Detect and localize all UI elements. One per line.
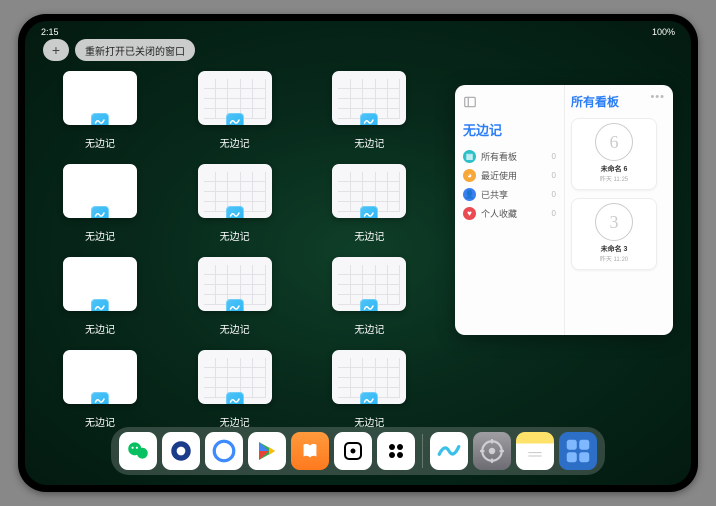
window-thumbnail[interactable]: 无边记 (198, 257, 272, 336)
freeform-app-icon (226, 299, 244, 311)
dock-app-settings[interactable] (473, 432, 511, 470)
freeform-app-icon (226, 206, 244, 218)
window-thumbnail[interactable]: 无边记 (332, 164, 406, 243)
window-label: 无边记 (332, 135, 406, 150)
board-card[interactable]: 6 未命名 6昨天 11:25 (571, 118, 657, 190)
freeform-app-icon (360, 113, 378, 125)
status-time: 2:15 (41, 27, 59, 37)
board-thumbnail-icon: 6 (595, 123, 633, 161)
dock-app-wechat[interactable] (119, 432, 157, 470)
dock-app-quark[interactable] (205, 432, 243, 470)
window-grid: 无边记无边记无边记无边记无边记无边记无边记无边记无边记无边记无边记无边记 (63, 71, 451, 415)
dock-app-notes[interactable] (516, 432, 554, 470)
freeform-app-icon (360, 299, 378, 311)
dock-app-folder[interactable] (559, 432, 597, 470)
sidebar-item-count: 0 (552, 190, 556, 199)
window-thumbnail[interactable]: 无边记 (332, 350, 406, 429)
dock-app-game[interactable] (377, 432, 415, 470)
freeform-app-icon (91, 392, 109, 404)
add-window-button[interactable]: + (43, 39, 69, 61)
window-thumbnail[interactable]: 无边记 (63, 71, 137, 150)
top-pill-row: + 重新打开已关闭的窗口 (43, 39, 195, 61)
freeform-app-icon (360, 206, 378, 218)
window-thumbnail[interactable]: 无边记 (332, 257, 406, 336)
freeform-app-icon (91, 206, 109, 218)
window-label: 无边记 (198, 135, 272, 150)
board-label: 未命名 3 (601, 244, 628, 254)
freeform-app-icon (226, 113, 244, 125)
status-battery: 100% (652, 27, 675, 37)
freeform-app-icon (91, 299, 109, 311)
status-bar: 2:15 100% (25, 25, 691, 39)
sidebar-item-icon: ◕ (463, 169, 476, 182)
window-label: 无边记 (332, 321, 406, 336)
dock (111, 427, 605, 475)
panel-more-icon[interactable]: ••• (650, 91, 665, 103)
window-thumbnail[interactable]: 无边记 (332, 71, 406, 150)
dock-app-dice[interactable] (334, 432, 372, 470)
sidebar-item[interactable]: 👤 已共享 0 (463, 185, 556, 204)
sidebar-item-count: 0 (552, 171, 556, 180)
reopen-closed-window-pill[interactable]: 重新打开已关闭的窗口 (75, 39, 195, 61)
freeform-app-icon (360, 392, 378, 404)
sidebar-toggle-icon[interactable] (463, 95, 477, 109)
screen: 2:15 100% + 重新打开已关闭的窗口 无边记无边记无边记无边记无边记无边… (25, 21, 691, 485)
sidebar-item-icon: 👤 (463, 188, 476, 201)
sidebar-item-count: 0 (552, 209, 556, 218)
panel-content: 所有看板 6未命名 6昨天 11:253未命名 3昨天 11:20 (565, 85, 673, 335)
freeform-app-icon (226, 392, 244, 404)
sidebar-item-count: 0 (552, 152, 556, 161)
dock-app-freeform[interactable] (430, 432, 468, 470)
window-thumbnail[interactable]: 无边记 (198, 350, 272, 429)
board-timestamp: 昨天 11:20 (600, 254, 628, 263)
dock-app-qqbrowser[interactable] (162, 432, 200, 470)
sidebar-item[interactable]: ♥ 个人收藏 0 (463, 204, 556, 223)
dock-separator (422, 434, 423, 468)
sidebar-item-label: 所有看板 (481, 150, 517, 163)
window-thumbnail[interactable]: 无边记 (63, 350, 137, 429)
window-label: 无边记 (63, 135, 137, 150)
sidebar-item-icon: ▦ (463, 150, 476, 163)
window-label: 无边记 (63, 321, 137, 336)
dock-app-play[interactable] (248, 432, 286, 470)
app-switcher-panel: ••• 无边记 ▦ 所有看板 0 ◕ 最近使用 0 👤 已共享 0 ♥ 个人收藏 0 所有看板 6 未命… (455, 85, 673, 335)
panel-app-title: 无边记 (463, 120, 556, 139)
window-thumbnail[interactable]: 无边记 (198, 71, 272, 150)
dock-app-books[interactable] (291, 432, 329, 470)
panel-sidebar: 无边记 ▦ 所有看板 0 ◕ 最近使用 0 👤 已共享 0 ♥ 个人收藏 0 (455, 85, 565, 335)
freeform-app-icon (91, 113, 109, 125)
sidebar-item-label: 已共享 (481, 188, 508, 201)
window-label: 无边记 (63, 228, 137, 243)
window-label: 无边记 (198, 321, 272, 336)
sidebar-item[interactable]: ◕ 最近使用 0 (463, 166, 556, 185)
sidebar-item-label: 个人收藏 (481, 207, 517, 220)
board-card[interactable]: 3 未命名 3昨天 11:20 (571, 198, 657, 270)
window-thumbnail[interactable]: 无边记 (63, 257, 137, 336)
ipad-frame: 2:15 100% + 重新打开已关闭的窗口 无边记无边记无边记无边记无边记无边… (18, 14, 698, 492)
board-label: 未命名 6 (601, 164, 628, 174)
window-label: 无边记 (198, 228, 272, 243)
window-label: 无边记 (332, 228, 406, 243)
sidebar-item-label: 最近使用 (481, 169, 517, 182)
sidebar-item-icon: ♥ (463, 207, 476, 220)
window-thumbnail[interactable]: 无边记 (63, 164, 137, 243)
board-thumbnail-icon: 3 (595, 203, 633, 241)
sidebar-item[interactable]: ▦ 所有看板 0 (463, 147, 556, 166)
board-timestamp: 昨天 11:25 (600, 174, 628, 183)
window-thumbnail[interactable]: 无边记 (198, 164, 272, 243)
